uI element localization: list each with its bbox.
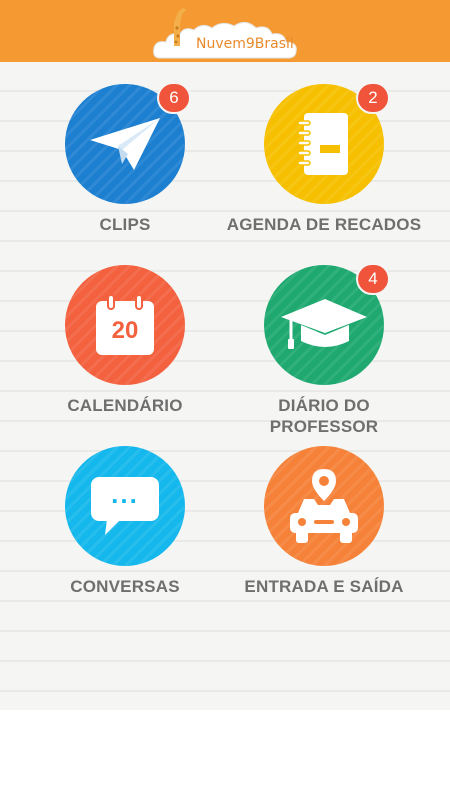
diario-badge: 4 xyxy=(356,263,390,295)
menu-item-entrada-e-saida[interactable]: ENTRADA E SAÍDA xyxy=(214,446,434,597)
clips-circle: 6 xyxy=(65,82,191,204)
chat-bubble-icon: ... xyxy=(89,475,161,537)
graduation-cap-icon xyxy=(279,295,369,355)
calendar-icon: 20 xyxy=(92,293,158,357)
paper-plane-icon xyxy=(88,114,162,174)
car-location-icon xyxy=(284,467,364,545)
logo-text: Nuvem9Brasil xyxy=(196,36,294,52)
notebook-icon xyxy=(296,111,352,177)
calendario-label: CALENDÁRIO xyxy=(67,396,183,415)
calendar-day-text: 20 xyxy=(111,317,139,344)
clips-badge: 6 xyxy=(157,82,191,114)
chat-dots-text: ... xyxy=(111,479,139,509)
entrada-label: ENTRADA E SAÍDA xyxy=(244,577,404,596)
entrada-circle xyxy=(264,446,384,566)
menu-item-agenda-de-recados[interactable]: 2 AGENDA DE RECADOS xyxy=(214,82,434,235)
diario-circle: 4 xyxy=(264,263,390,385)
clips-label: CLIPS xyxy=(99,215,151,234)
nuvem9-logo[interactable]: Nuvem9Brasil xyxy=(150,2,300,60)
menu-item-diario-do-professor[interactable]: 4 DIÁRIO DO PROFESSOR xyxy=(214,263,434,437)
agenda-badge: 2 xyxy=(356,82,390,114)
diario-label: DIÁRIO DO PROFESSOR xyxy=(269,396,379,436)
app-header: Nuvem9Brasil xyxy=(0,0,450,62)
menu-item-clips[interactable]: 6 CLIPS xyxy=(15,82,235,235)
menu-item-conversas[interactable]: ... CONVERSAS xyxy=(15,446,235,597)
conversas-circle: ... xyxy=(65,446,185,566)
calendario-circle: 20 xyxy=(65,265,185,385)
conversas-label: CONVERSAS xyxy=(70,577,180,596)
menu-item-calendario[interactable]: 20 CALENDÁRIO xyxy=(15,265,235,416)
agenda-label: AGENDA DE RECADOS xyxy=(226,215,422,234)
menu-grid: 6 CLIPS 2 AGENDA DE RECADOS 20 CALENDÁRI… xyxy=(0,62,450,710)
agenda-circle: 2 xyxy=(264,82,390,204)
